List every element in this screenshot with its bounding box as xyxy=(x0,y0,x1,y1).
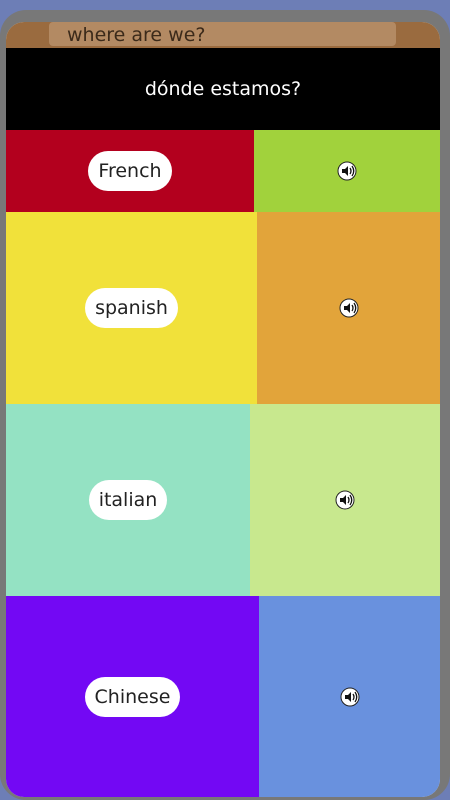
phrase-input[interactable]: where are we? xyxy=(49,22,396,46)
spanish-cell[interactable]: spanish xyxy=(6,212,257,404)
spanish-button[interactable]: spanish xyxy=(85,288,178,328)
italian-button[interactable]: italian xyxy=(88,480,168,520)
italian-speak-cell[interactable] xyxy=(250,404,440,596)
french-button[interactable]: French xyxy=(88,151,172,191)
speaker-icon[interactable] xyxy=(339,298,359,318)
chinese-button[interactable]: Chinese xyxy=(84,676,181,717)
language-row-italian: italian xyxy=(6,404,440,596)
speaker-icon[interactable] xyxy=(335,490,355,510)
input-bar: where are we? xyxy=(6,22,440,48)
french-speak-cell[interactable] xyxy=(254,130,440,212)
app-screen: where are we? dónde estamos? French span… xyxy=(6,22,440,797)
chinese-speak-cell[interactable] xyxy=(259,596,440,797)
language-row-french: French xyxy=(6,130,440,212)
device-frame: where are we? dónde estamos? French span… xyxy=(0,10,450,800)
chinese-cell[interactable]: Chinese xyxy=(6,596,259,797)
translation-text: dónde estamos? xyxy=(144,78,302,100)
phrase-input-text: where are we? xyxy=(67,24,206,46)
speaker-icon[interactable] xyxy=(340,687,360,707)
italian-cell[interactable]: italian xyxy=(6,404,250,596)
speaker-icon[interactable] xyxy=(337,161,357,181)
language-row-chinese: Chinese xyxy=(6,596,440,797)
spanish-speak-cell[interactable] xyxy=(257,212,440,404)
french-cell[interactable]: French xyxy=(6,130,254,212)
translation-output: dónde estamos? xyxy=(6,48,440,130)
language-row-spanish: spanish xyxy=(6,212,440,404)
